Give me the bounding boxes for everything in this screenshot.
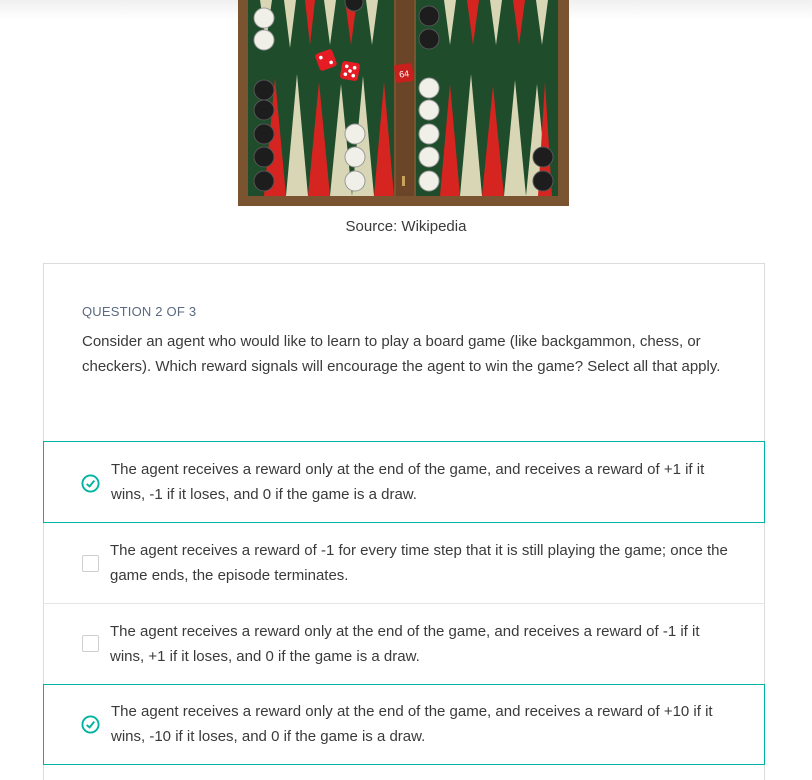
check-circle-icon [81,715,100,734]
image-caption: Source: Wikipedia [345,218,467,235]
answer-option-1[interactable]: The agent receives a reward only at the … [43,441,765,523]
answer-option-4[interactable]: The agent receives a reward only at the … [43,684,765,765]
question-text: Consider an agent who would like to lear… [82,333,721,375]
question-counter: QUESTION 2 OF 3 [82,304,197,319]
checkbox-empty[interactable] [82,635,99,652]
answer-option-text: The agent receives a reward only at the … [111,461,705,503]
backgammon-board-svg: 64 [238,0,569,206]
doubling-cube-label: 64 [398,68,409,79]
checkbox-empty[interactable] [82,555,99,572]
quiz-card: QUESTION 2 OF 3 Consider an agent who wo… [43,263,765,780]
check-circle-icon [81,474,100,493]
answer-option-text: The agent receives a reward of -1 for ev… [110,542,728,584]
answer-option-text: The agent receives a reward only at the … [111,703,713,745]
backgammon-board-image: 64 [238,0,569,206]
answer-option-text: The agent receives a reward only at the … [110,623,700,665]
answer-option-3[interactable]: The agent receives a reward only at the … [44,604,764,684]
answer-option-2[interactable]: The agent receives a reward of -1 for ev… [44,523,764,603]
